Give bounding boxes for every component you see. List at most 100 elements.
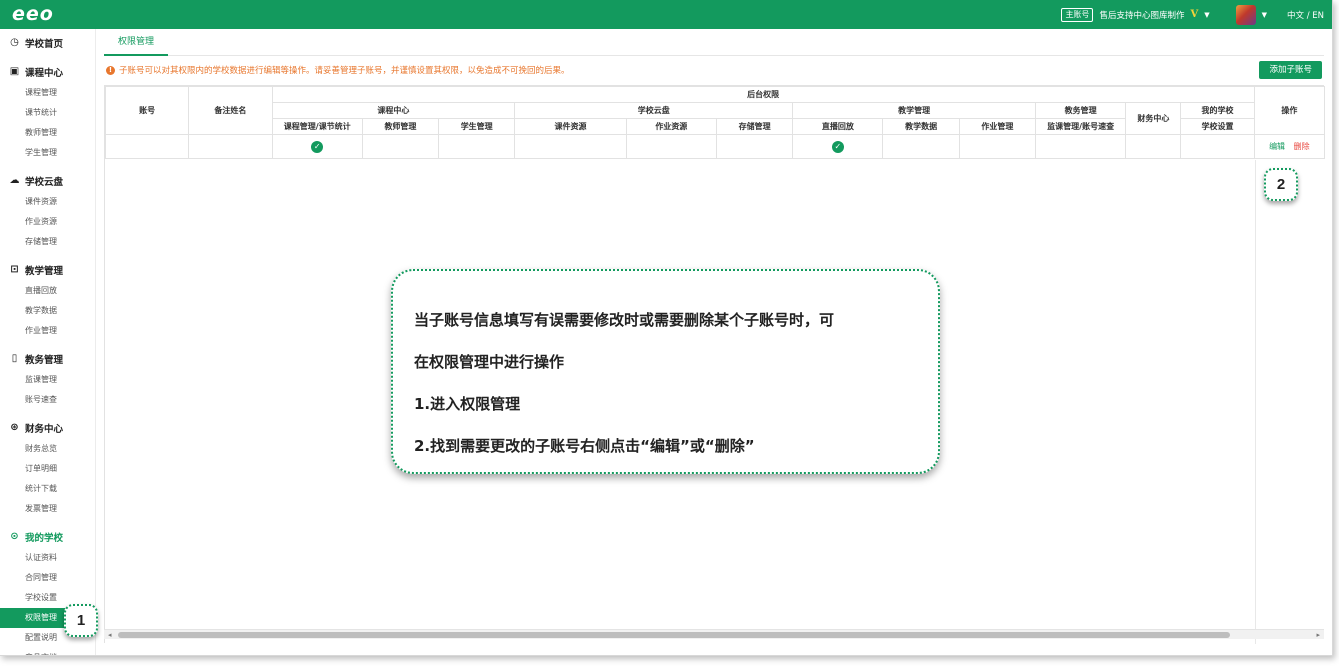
scroll-left-icon[interactable]: ◂ [108,630,112,640]
sidebar-item-homework-mgmt[interactable]: 作业管理 [0,321,95,341]
avatar[interactable] [1235,4,1256,25]
sidebar-group-label: 教务管理 [25,354,64,366]
sidebar-group-label: 课程中心 [25,67,64,79]
sidebar-group-label: 财务中心 [25,423,64,435]
header-group-school: 我的学校 [1180,102,1255,119]
delete-link[interactable]: 删除 [1294,142,1310,151]
sidebar: ◷ 学校首页 ▣ 课程中心 课程管理 课节统计 教师管理 学生管理 ☁ 学校云盘… [0,29,96,655]
account-chevron-down-icon[interactable]: ▼ [1204,11,1209,19]
callout-line-4: 2.找到需要更改的子账号右侧点击“编辑”或“删除” [414,437,755,455]
clock-icon: ◷ [10,36,19,48]
tutorial-callout: 当子账号信息填写有误需要修改时或需要删除某个子账号时，可 在权限管理中进行操作 … [391,269,940,474]
warning-text: 子账号可以对其权限内的学校数据进行编辑等操作。请妥善管理子账号，并谨慎设置其权限… [119,66,570,76]
calendar-icon: ▣ [9,65,20,77]
cell-homework-res [625,134,717,159]
avatar-chevron-down-icon[interactable]: ▼ [1262,11,1267,19]
sidebar-item-courseware[interactable]: 课件资源 [0,192,95,212]
header-replay: 直播回放 [792,118,884,135]
sidebar-item-certification[interactable]: 认证资料 [0,548,95,568]
cell-monitor [1034,134,1127,159]
cell-replay: ✓ [792,134,884,159]
school-icon: ⊙ [10,530,19,542]
top-bar-right: 主账号 售后支持中心图库制作 V ▼ ▼ 中文 / EN [1061,4,1324,25]
callout-line-2: 在权限管理中进行操作 [414,353,565,371]
cloud-icon: ☁ [9,174,20,186]
operation-column-divider [1255,160,1256,644]
sidebar-group-cloud[interactable]: ☁ 学校云盘 [0,169,95,192]
sidebar-item-invoice[interactable]: 发票管理 [0,499,95,519]
header-monitor: 监课管理/账号速查 [1034,118,1127,135]
yen-icon: ⊛ [10,421,19,433]
sidebar-item-teacher-mgmt[interactable]: 教师管理 [0,123,95,143]
sidebar-group-label: 教学管理 [25,265,64,277]
header-homework-res: 作业资源 [625,118,717,135]
sidebar-group-teaching[interactable]: ⊡ 教学管理 [0,258,95,281]
doc-icon: ▯ [11,352,18,364]
top-bar: eeo 主账号 售后支持中心图库制作 V ▼ ▼ 中文 / EN [0,0,1332,29]
header-account: 账号 [104,86,190,135]
header-backend-permissions: 后台权限 [271,86,1255,103]
table-row: ✓ ✓ 编辑 删除 [104,134,1326,159]
permission-table: 账号 备注姓名 后台权限 操作 课程中心 学校云盘 教学管理 教务管理 财务中心… [104,86,1326,159]
check-icon: ✓ [311,140,324,153]
warning-icon: ! [106,65,115,75]
header-group-teaching: 教学管理 [792,102,1036,119]
horizontal-scrollbar[interactable]: ◂ ▸ [104,629,1324,639]
sidebar-item-order-detail[interactable]: 订单明细 [0,459,95,479]
app-window: eeo 主账号 售后支持中心图库制作 V ▼ ▼ 中文 / EN ◷ 学校首页 … [0,0,1333,656]
sidebar-item-account-lookup[interactable]: 账号速查 [0,390,95,410]
account-name[interactable]: 售后支持中心图库制作 [1099,9,1184,21]
cell-school-settings [1180,134,1255,159]
callout-line-1: 当子账号信息填写有误需要修改时或需要删除某个子账号时，可 [414,311,835,329]
cell-teach-data [882,134,960,159]
cell-account [104,134,190,159]
sidebar-item-homework-res[interactable]: 作业资源 [0,212,95,232]
sidebar-item-product-docs[interactable]: 产品文档 [0,648,95,655]
sidebar-item-lesson-stats[interactable]: 课节统计 [0,103,95,123]
scrollbar-thumb[interactable] [118,632,1230,638]
sidebar-group-affairs[interactable]: ▯ 教务管理 [0,347,95,370]
edit-link[interactable]: 编辑 [1269,142,1285,151]
tab-permissions[interactable]: 权限管理 [104,29,169,56]
header-courseware: 课件资源 [514,118,627,135]
language-switch[interactable]: 中文 / EN [1287,9,1324,21]
header-group-cloud: 学校云盘 [514,102,794,119]
sidebar-group-finance[interactable]: ⊛ 财务中心 [0,416,95,439]
sidebar-group-label: 学校首页 [25,38,64,50]
sidebar-group-label: 学校云盘 [25,176,64,188]
sidebar-item-stats-download[interactable]: 统计下载 [0,479,95,499]
header-course-stats: 课程管理/课节统计 [271,118,363,135]
header-group-finance: 财务中心 [1125,102,1182,135]
sidebar-group-course[interactable]: ▣ 课程中心 [0,60,95,83]
sidebar-item-monitor[interactable]: 监课管理 [0,370,95,390]
sidebar-item-finance-overview[interactable]: 财务总览 [0,439,95,459]
tab-bar: 权限管理 [104,29,1324,56]
cell-student [438,134,516,159]
scroll-right-icon[interactable]: ▸ [1316,630,1320,640]
cell-storage [715,134,794,159]
check-icon: ✓ [831,140,844,153]
sidebar-item-replay[interactable]: 直播回放 [0,281,95,301]
header-group-affairs: 教务管理 [1034,102,1127,119]
sidebar-item-storage[interactable]: 存储管理 [0,232,95,252]
board-icon: ⊡ [10,263,19,275]
eeo-logo[interactable]: eeo [12,4,54,24]
header-school-settings: 学校设置 [1180,118,1255,135]
sidebar-item-contract[interactable]: 合同管理 [0,568,95,588]
sidebar-group-home[interactable]: ◷ 学校首页 [0,31,95,54]
header-teach-data: 教学数据 [882,118,960,135]
warning-notice: ! 子账号可以对其权限内的学校数据进行编辑等操作。请妥善管理子账号，并谨慎设置其… [106,64,570,76]
cell-courseware [514,134,627,159]
cell-remark [188,134,273,159]
cell-homework-mgmt [958,134,1036,159]
header-storage: 存储管理 [715,118,794,135]
sidebar-item-teach-data[interactable]: 教学数据 [0,301,95,321]
sidebar-group-label: 我的学校 [25,532,64,544]
vip-icon: V [1190,9,1199,20]
cell-course-stats: ✓ [271,134,363,159]
add-subaccount-button[interactable]: 添加子账号 [1259,61,1322,79]
header-homework-mgmt: 作业管理 [958,118,1036,135]
sidebar-group-school[interactable]: ⊙ 我的学校 [0,525,95,548]
sidebar-item-course-mgmt[interactable]: 课程管理 [0,83,95,103]
sidebar-item-student-mgmt[interactable]: 学生管理 [0,143,95,163]
